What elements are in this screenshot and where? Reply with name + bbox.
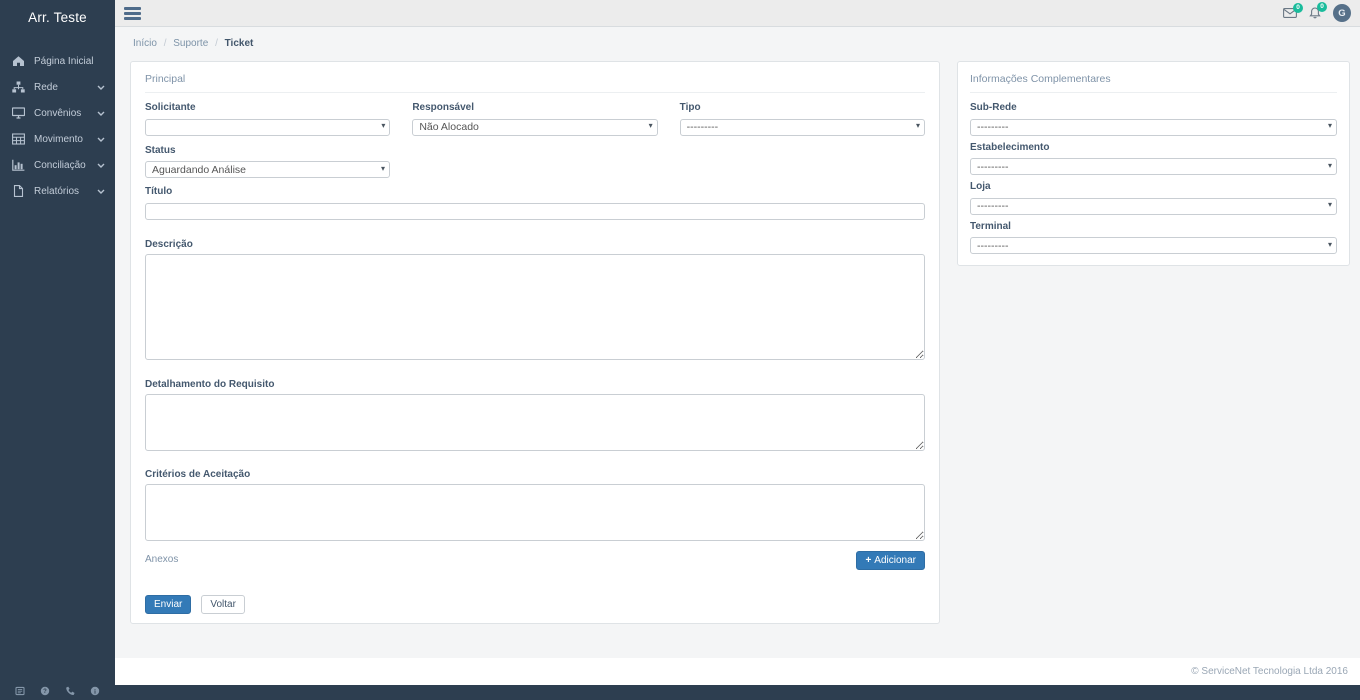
detalhamento-textarea[interactable] bbox=[145, 393, 925, 451]
copyright-text: © ServiceNet Tecnologia Ltda 2016 bbox=[1191, 666, 1348, 677]
loja-select[interactable]: --------- bbox=[970, 197, 1337, 215]
titulo-input[interactable] bbox=[145, 202, 925, 220]
brand-title: Arr. Teste bbox=[28, 9, 87, 25]
notifications-badge: 0 bbox=[1317, 2, 1327, 12]
info-icon[interactable]: i bbox=[90, 686, 100, 696]
tipo-select[interactable]: --------- bbox=[679, 118, 925, 136]
user-avatar[interactable]: G bbox=[1333, 4, 1351, 22]
sidebar-item-relatorios[interactable]: Relatórios bbox=[0, 178, 115, 204]
back-button[interactable]: Voltar bbox=[201, 594, 245, 614]
sidebar-item-convenios[interactable]: Convênios bbox=[0, 100, 115, 126]
app-window: Arr. Teste Página Inicial Rede Convênios… bbox=[0, 0, 1360, 700]
solicitante-label: Solicitante bbox=[145, 102, 196, 113]
breadcrumb-link-inicio[interactable]: Início bbox=[133, 38, 157, 49]
breadcrumb: Início / Suporte / Ticket bbox=[133, 38, 254, 49]
loja-label: Loja bbox=[970, 181, 991, 192]
sidebar-item-label: Página Inicial bbox=[34, 55, 94, 67]
titulo-label: Título bbox=[145, 186, 173, 197]
sidebar-item-label: Conciliação bbox=[34, 159, 86, 171]
estabelecimento-label: Estabelecimento bbox=[970, 141, 1050, 153]
sidebar-item-pagina-inicial[interactable]: Página Inicial bbox=[0, 48, 115, 74]
status-select[interactable]: Aguardando Análise bbox=[145, 161, 390, 178]
phone-icon[interactable] bbox=[65, 686, 75, 696]
sidebar: Arr. Teste Página Inicial Rede Convênios… bbox=[0, 0, 115, 700]
sitemap-icon bbox=[12, 81, 27, 93]
sidebar-item-rede[interactable]: Rede bbox=[0, 74, 115, 100]
file-icon bbox=[12, 185, 27, 197]
solicitante-select[interactable] bbox=[145, 118, 391, 136]
sidebar-item-conciliacao[interactable]: Conciliação bbox=[0, 152, 115, 178]
sidebar-item-label: Rede bbox=[34, 81, 58, 93]
responsavel-label: Responsável bbox=[412, 102, 475, 113]
sidebar-nav: Página Inicial Rede Convênios Movimento … bbox=[0, 48, 115, 683]
anexos-label: Anexos bbox=[145, 553, 179, 565]
messages-badge: 0 bbox=[1293, 3, 1303, 13]
bottom-strip bbox=[115, 685, 1360, 700]
page-footer: © ServiceNet Tecnologia Ltda 2016 bbox=[115, 658, 1360, 685]
bar-chart-icon bbox=[12, 159, 27, 171]
ticket-form-card: Principal Solicitante Responsável bbox=[130, 61, 940, 624]
criterios-textarea[interactable] bbox=[145, 483, 925, 541]
complementary-info-card: Informações Complementares Sub-Rede ----… bbox=[957, 61, 1350, 266]
sidebar-item-label: Convênios bbox=[34, 107, 82, 119]
desktop-icon bbox=[12, 107, 27, 119]
messages-button[interactable]: 0 bbox=[1283, 3, 1303, 18]
estabelecimento-select[interactable]: --------- bbox=[970, 158, 1337, 175]
terminal-label: Terminal bbox=[970, 220, 1011, 232]
section-title-informacoes: Informações Complementares bbox=[970, 70, 1337, 93]
descricao-label: Descrição bbox=[145, 238, 193, 250]
chevron-down-icon bbox=[97, 189, 105, 194]
chevron-down-icon bbox=[97, 85, 105, 90]
topbar: 0 0 G bbox=[115, 0, 1360, 27]
notifications-button[interactable]: 0 bbox=[1309, 2, 1327, 19]
chevron-down-icon bbox=[97, 111, 105, 116]
menu-toggle-icon[interactable] bbox=[124, 6, 141, 20]
sub-rede-label: Sub-Rede bbox=[970, 102, 1017, 113]
breadcrumb-active: Ticket bbox=[224, 38, 254, 49]
add-attachment-button[interactable]: + Adicionar bbox=[856, 550, 925, 570]
descricao-textarea[interactable] bbox=[145, 253, 925, 360]
tipo-label: Tipo bbox=[679, 102, 701, 113]
section-title-principal: Principal bbox=[145, 70, 925, 93]
chevron-down-icon bbox=[97, 137, 105, 142]
newspaper-icon[interactable] bbox=[15, 686, 25, 696]
sidebar-item-label: Relatórios bbox=[34, 185, 80, 197]
svg-text:i: i bbox=[94, 688, 96, 695]
breadcrumb-link-suporte[interactable]: Suporte bbox=[173, 38, 208, 49]
responsavel-select[interactable]: Não Alocado bbox=[412, 118, 658, 136]
content-area: Início / Suporte / Ticket Principal Soli… bbox=[115, 27, 1360, 658]
sub-rede-select[interactable]: --------- bbox=[970, 118, 1337, 136]
submit-button[interactable]: Enviar bbox=[145, 594, 192, 614]
sidebar-item-label: Movimento bbox=[34, 133, 83, 145]
home-icon bbox=[12, 55, 27, 67]
sidebar-item-movimento[interactable]: Movimento bbox=[0, 126, 115, 152]
detalhamento-label: Detalhamento do Requisito bbox=[145, 378, 275, 390]
criterios-label: Critérios de Aceitação bbox=[145, 468, 251, 480]
main-column: 0 0 G Início / Suporte / Ticket Principa… bbox=[115, 0, 1360, 700]
help-icon[interactable]: ? bbox=[40, 686, 50, 696]
sidebar-footer: ? i bbox=[0, 683, 115, 699]
terminal-select[interactable]: --------- bbox=[970, 237, 1337, 254]
svg-text:?: ? bbox=[43, 689, 47, 695]
plus-icon: + bbox=[865, 554, 872, 566]
chevron-down-icon bbox=[97, 163, 105, 168]
status-label: Status bbox=[145, 144, 176, 156]
table-icon bbox=[12, 133, 27, 145]
